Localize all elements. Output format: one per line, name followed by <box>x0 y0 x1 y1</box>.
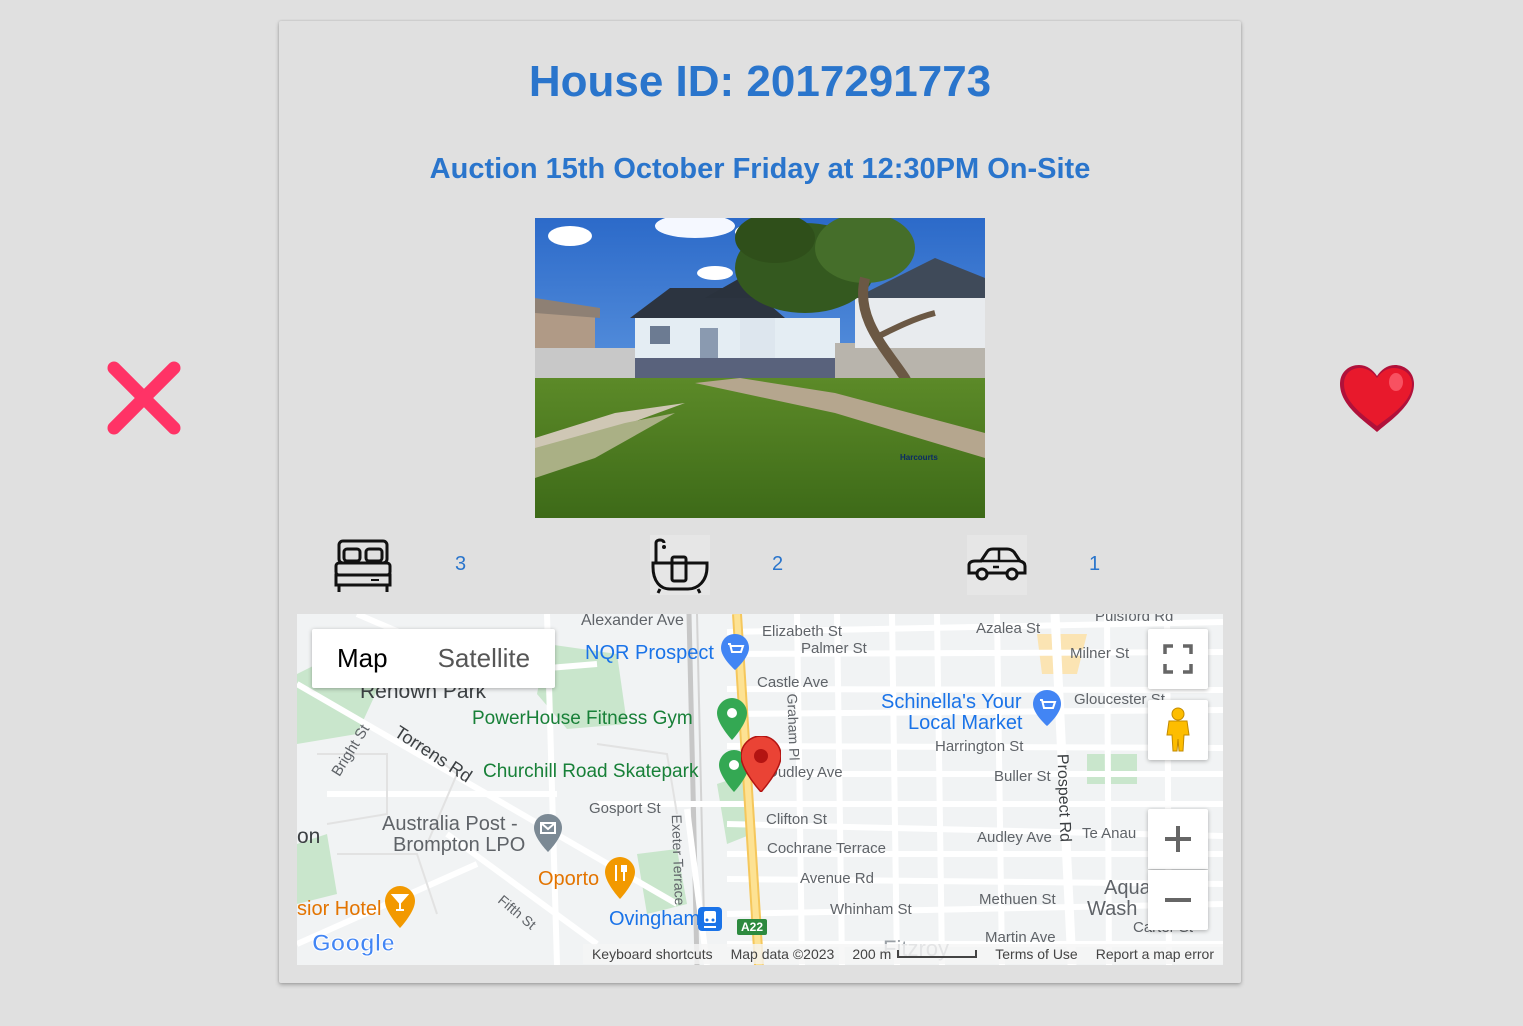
map-label: Prospect Rd <box>1053 753 1074 843</box>
map-label: Avenue Rd <box>800 870 874 887</box>
scale-control[interactable]: 200 m <box>843 944 987 964</box>
train-station-icon[interactable] <box>698 907 722 931</box>
location-marker-icon[interactable] <box>741 736 781 792</box>
map-label: Elizabeth St <box>762 623 843 640</box>
mail-pin-icon[interactable] <box>534 814 562 852</box>
feature-row: 3 2 1 <box>279 535 1241 597</box>
map-label: Milner St <box>1070 645 1130 662</box>
poi-schinella-label-2[interactable]: Local Market <box>908 712 1023 735</box>
poi-aqua-label-1[interactable]: Aqua <box>1104 877 1151 900</box>
close-x-icon <box>107 361 181 435</box>
zoom-out-button[interactable] <box>1148 870 1208 930</box>
map-label: Gosport St <box>589 800 661 817</box>
poi-schinella-label-1[interactable]: Schinella's Your <box>881 691 1022 714</box>
fullscreen-button[interactable] <box>1148 629 1208 689</box>
map-footer: Keyboard shortcuts Map data ©2023 200 m … <box>297 943 1223 965</box>
road-shield-a22: A22 <box>741 920 763 934</box>
map-label: Clifton St <box>766 811 827 828</box>
restaurant-pin-icon[interactable] <box>605 857 635 899</box>
reject-button[interactable] <box>104 358 184 438</box>
bed-icon <box>333 535 393 595</box>
map-data-text: Map data ©2023 <box>721 944 844 964</box>
bathroom-count: 2 <box>772 553 784 575</box>
map-label: Pulsford Rd <box>1095 614 1174 625</box>
plus-icon <box>1165 826 1191 852</box>
map-label: Azalea St <box>976 620 1041 637</box>
map-label: Alexander Ave <box>581 614 684 629</box>
parking-count: 1 <box>1089 553 1101 575</box>
poi-auspost-label-1[interactable]: Australia Post - <box>382 813 518 836</box>
like-button[interactable] <box>1336 362 1418 434</box>
listing-card: House ID: 2017291773 Auction 15th Octobe… <box>279 21 1241 983</box>
photo-watermark: Harcourts <box>900 453 938 462</box>
shopping-pin-icon[interactable] <box>721 634 749 670</box>
poi-aqua-label-2[interactable]: Wash <box>1087 898 1137 921</box>
map-label: Castle Ave <box>757 674 829 691</box>
zoom-in-button[interactable] <box>1148 809 1208 869</box>
market-pin-icon[interactable] <box>1033 690 1061 726</box>
map-label: Whinham St <box>830 901 912 918</box>
location-map[interactable]: A22 Alexander Ave Elizabeth St Azalea St… <box>297 614 1223 965</box>
house-image: Harcourts <box>535 218 985 518</box>
scale-label: 200 m <box>852 946 892 962</box>
poi-oporto-label[interactable]: Oporto <box>538 868 599 891</box>
street-view-button[interactable] <box>1148 700 1208 760</box>
map-label: Palmer St <box>801 640 867 657</box>
car-icon <box>967 535 1027 595</box>
map-label: Harrington St <box>935 738 1024 755</box>
bathtub-icon <box>650 535 710 595</box>
map-label: Exeter Terrace <box>668 814 688 906</box>
map-label: Audley Ave <box>977 829 1052 846</box>
poi-gym-label[interactable]: PowerHouse Fitness Gym <box>472 708 693 730</box>
report-map-error-link[interactable]: Report a map error <box>1086 944 1223 964</box>
poi-skatepark-label[interactable]: Churchill Road Skatepark <box>483 761 698 783</box>
map-label: Te Anau <box>1082 825 1137 842</box>
bedroom-count: 3 <box>455 553 467 575</box>
poi-nqr-label[interactable]: NQR Prospect <box>585 642 714 665</box>
scale-bar <box>897 950 978 958</box>
gym-pin-icon[interactable] <box>717 698 747 740</box>
poi-hotel-label[interactable]: sior Hotel <box>297 898 381 921</box>
poi-auspost-label-2[interactable]: Brompton LPO <box>393 834 525 857</box>
fullscreen-icon <box>1163 644 1193 674</box>
terms-of-use-link[interactable]: Terms of Use <box>986 944 1087 964</box>
minus-icon <box>1165 898 1191 902</box>
map-label: Buller St <box>994 768 1051 785</box>
pegman-icon <box>1166 707 1190 752</box>
map-label: Cochrane Terrace <box>767 840 886 857</box>
house-id-title: House ID: 2017291773 <box>528 57 992 106</box>
map-label: Methuen St <box>979 891 1056 908</box>
map-type-map-button[interactable]: Map <box>312 629 413 688</box>
keyboard-shortcuts-link[interactable]: Keyboard shortcuts <box>582 944 722 964</box>
poi-ovingham-label[interactable]: Ovingham <box>609 908 700 931</box>
house-photo[interactable]: Harcourts <box>535 218 985 518</box>
map-type-satellite-button[interactable]: Satellite <box>413 629 556 688</box>
map-label: Graham Pl <box>784 693 803 761</box>
map-label: on <box>297 825 321 848</box>
heart-icon <box>1340 365 1414 432</box>
bar-pin-icon[interactable] <box>385 886 415 928</box>
auction-subtitle: Auction 15th October Friday at 12:30PM O… <box>429 153 1091 185</box>
map-type-control: Map Satellite <box>312 629 556 688</box>
